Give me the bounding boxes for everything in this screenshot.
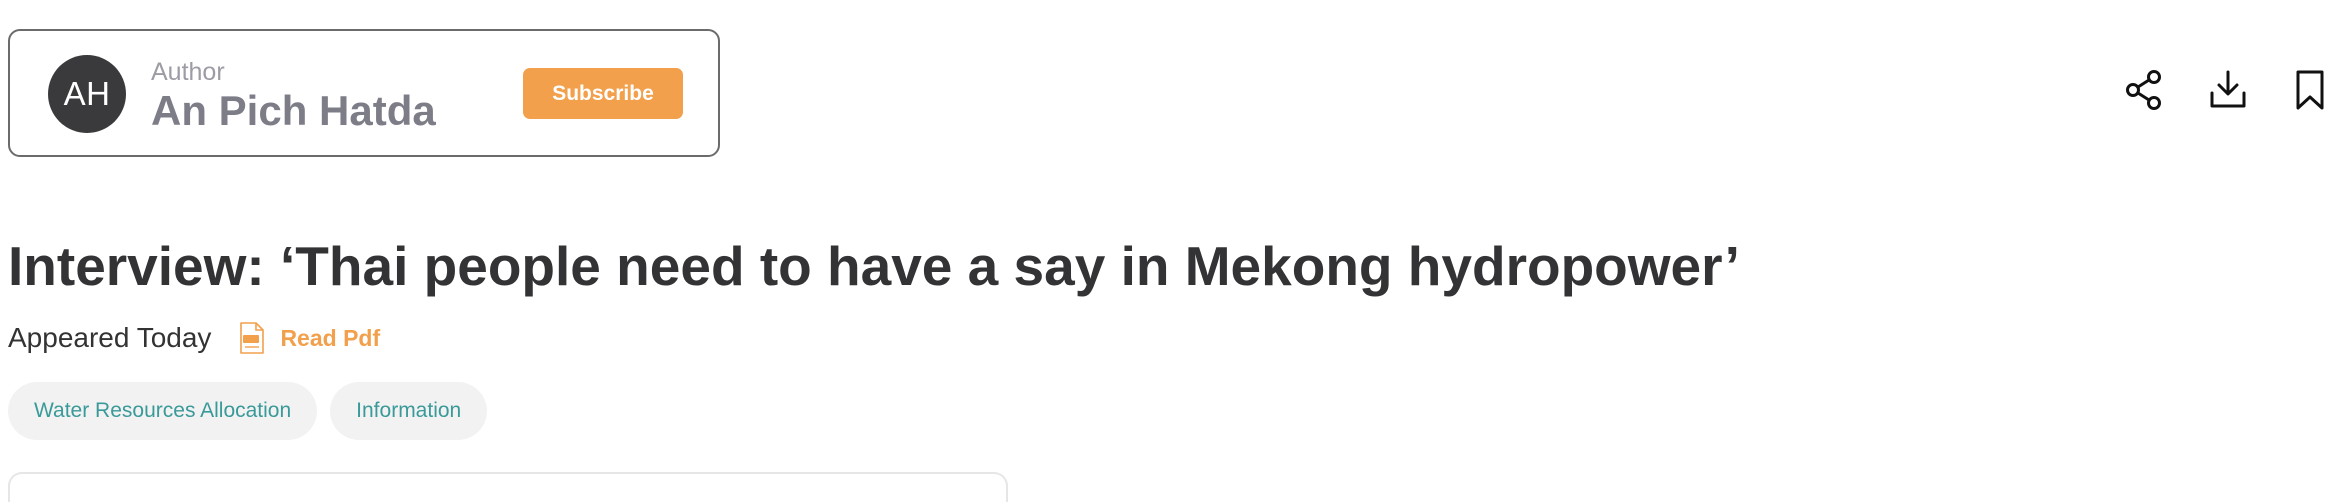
subscribe-button[interactable]: Subscribe (523, 68, 683, 119)
read-pdf-link[interactable]: Read Pdf (239, 322, 380, 354)
avatar[interactable]: AH (48, 55, 126, 133)
meta-row: Appeared Today Read Pdf (8, 318, 380, 358)
appeared-date: Appeared Today (8, 322, 212, 353)
author-card: AH Author An Pich Hatda Subscribe (8, 29, 720, 157)
share-icon[interactable] (2122, 68, 2166, 112)
tag-chip[interactable]: Information (330, 382, 488, 440)
bookmark-icon[interactable] (2288, 68, 2332, 112)
author-label: Author (151, 58, 225, 86)
read-pdf-label[interactable]: Read Pdf (280, 325, 380, 352)
article-title: Interview: ‘Thai people need to have a s… (8, 235, 1740, 297)
content-card (8, 472, 1008, 502)
download-icon[interactable] (2206, 68, 2250, 112)
author-name[interactable]: An Pich Hatda (151, 87, 436, 135)
tag-list: Water Resources Allocation Information (8, 382, 500, 440)
tag-chip[interactable]: Water Resources Allocation (8, 382, 318, 440)
pdf-icon (240, 322, 265, 354)
